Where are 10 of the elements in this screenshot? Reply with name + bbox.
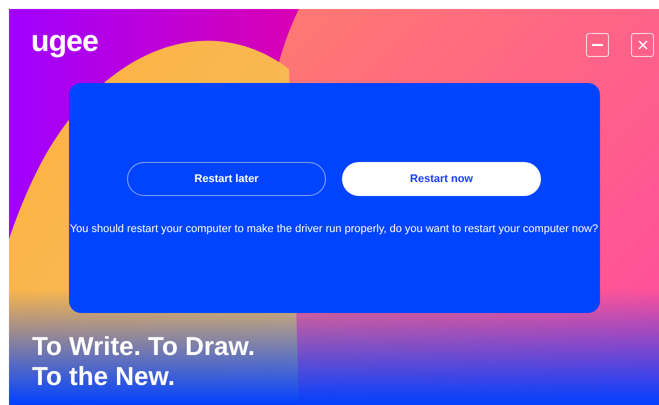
- dialog-message: You should restart your computer to make the driver run properly, do you want to restart your computer now?: [70, 222, 598, 237]
- minimize-button[interactable]: [586, 33, 609, 57]
- tagline-text: To the New.: [32, 361, 175, 391]
- secondary-button[interactable]: Restart later: [127, 162, 326, 196]
- logo-text: ugee: [31, 27, 98, 57]
- tagline-text: To Write. To Draw.: [32, 331, 255, 361]
- close-icon: [638, 40, 648, 50]
- minimize-icon: [592, 44, 603, 46]
- primary-button[interactable]: Restart now: [342, 162, 541, 196]
- close-button[interactable]: [631, 33, 654, 57]
